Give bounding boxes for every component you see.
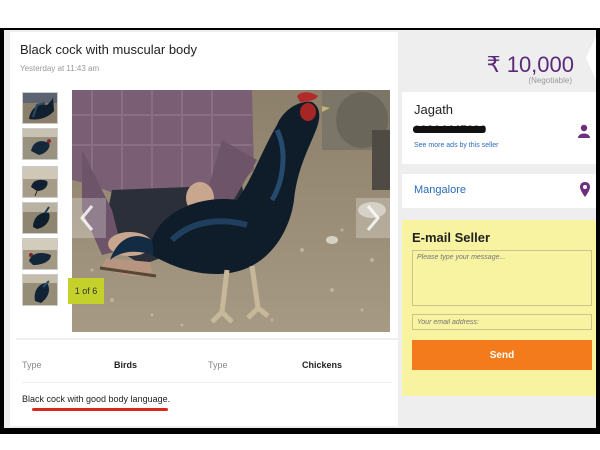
email-seller-panel: E-mail Seller Send: [402, 220, 596, 396]
seller-box: Jagath 09904447090 See more ads by this …: [402, 92, 596, 164]
listing-page: Black cock with muscular body Yesterday …: [4, 30, 596, 428]
next-arrow-icon[interactable]: [356, 198, 390, 238]
attribute-value: Birds: [114, 360, 138, 370]
attributes-divider: [22, 382, 392, 383]
attribute-label: Type: [208, 360, 228, 370]
photo-counter: 1 of 6: [68, 278, 104, 304]
see-more-ads-link[interactable]: See more ads by this seller: [414, 142, 498, 149]
location-box: Mangalore: [402, 174, 596, 208]
thumbnail-6[interactable]: [22, 274, 58, 306]
attribute-value: Chickens: [302, 360, 343, 370]
location-pin-icon: [580, 182, 590, 203]
ad-timestamp: Yesterday at 11:43 am: [20, 64, 100, 73]
section-divider: [16, 338, 404, 340]
person-icon: [578, 124, 590, 143]
main-photo[interactable]: [72, 90, 390, 332]
price-negotiable: (Negotiable): [528, 76, 572, 85]
price-value: ₹ 10,000: [486, 52, 574, 77]
thumbnail-1[interactable]: [22, 92, 58, 124]
thumbnail-3[interactable]: [22, 166, 58, 198]
ad-description: Black cock with good body language.: [22, 394, 171, 404]
seller-name: Jagath: [414, 102, 454, 117]
thumbnail-5[interactable]: [22, 238, 58, 270]
phone-redaction: [413, 126, 485, 133]
attribute-label: Type: [22, 360, 42, 370]
email-field[interactable]: [412, 314, 592, 330]
send-button[interactable]: Send: [412, 340, 592, 370]
thumbnail-4[interactable]: [22, 202, 58, 234]
prev-arrow-icon[interactable]: [72, 198, 106, 238]
page-edge-tab: [582, 36, 596, 96]
message-field[interactable]: [412, 250, 592, 306]
red-annotation-underline: [32, 408, 168, 411]
email-seller-title: E-mail Seller: [412, 230, 491, 245]
seller-location[interactable]: Mangalore: [414, 184, 466, 196]
ad-panel: Black cock with muscular body Yesterday …: [10, 32, 404, 426]
ad-title: Black cock with muscular body: [20, 42, 198, 57]
thumbnail-2[interactable]: [22, 128, 58, 160]
